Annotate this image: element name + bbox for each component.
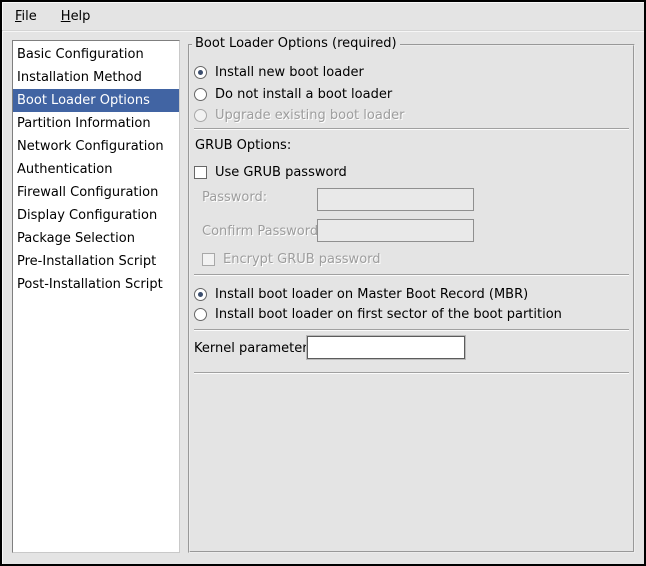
boot-loader-options-frame: Boot Loader Options (required) Install n… bbox=[188, 44, 635, 553]
radio-install-on-first-sector[interactable]: Install boot loader on first sector of t… bbox=[194, 306, 562, 323]
menubar: File Help bbox=[2, 2, 644, 31]
radio-icon[interactable] bbox=[194, 88, 207, 101]
sidebar-item[interactable]: Installation Method bbox=[13, 66, 179, 89]
separator bbox=[194, 372, 629, 374]
menu-help-rest: elp bbox=[71, 9, 91, 24]
radio-label: Upgrade existing boot loader bbox=[215, 108, 404, 123]
menu-help-mnemonic: H bbox=[61, 9, 71, 24]
radio-install-new-boot-loader[interactable]: Install new boot loader bbox=[194, 64, 364, 81]
separator bbox=[194, 128, 629, 130]
password-input bbox=[317, 188, 474, 211]
checkbox-use-grub-password[interactable]: Use GRUB password bbox=[194, 164, 347, 181]
sidebar-item[interactable]: Basic Configuration bbox=[13, 43, 179, 66]
radio-do-not-install-boot-loader[interactable]: Do not install a boot loader bbox=[194, 86, 392, 103]
checkbox-encrypt-grub-password: Encrypt GRUB password bbox=[202, 251, 381, 268]
menu-file[interactable]: File bbox=[12, 7, 40, 26]
sidebar-item[interactable]: Partition Information bbox=[13, 112, 179, 135]
frame-content: Install new boot loader Do not install a… bbox=[190, 46, 633, 551]
radio-icon[interactable] bbox=[194, 288, 207, 301]
kernel-parameters-label: Kernel parameters: bbox=[194, 341, 319, 356]
sidebar-item[interactable]: Pre-Installation Script bbox=[13, 250, 179, 273]
radio-label[interactable]: Install boot loader on first sector of t… bbox=[215, 307, 562, 322]
sidebar-item[interactable]: Authentication bbox=[13, 158, 179, 181]
radio-icon bbox=[194, 109, 207, 122]
radio-upgrade-existing-boot-loader: Upgrade existing boot loader bbox=[194, 107, 404, 124]
password-label: Password: bbox=[202, 190, 267, 205]
separator bbox=[194, 274, 629, 276]
kickstart-configurator-window: File Help Basic ConfigurationInstallatio… bbox=[0, 0, 646, 566]
radio-install-on-mbr[interactable]: Install boot loader on Master Boot Recor… bbox=[194, 286, 528, 303]
sidebar-item[interactable]: Network Configuration bbox=[13, 135, 179, 158]
separator bbox=[194, 329, 629, 331]
checkbox-label: Encrypt GRUB password bbox=[223, 252, 381, 267]
menu-help[interactable]: Help bbox=[58, 7, 94, 26]
checkbox-label[interactable]: Use GRUB password bbox=[215, 165, 347, 180]
checkbox-icon[interactable] bbox=[194, 166, 207, 179]
sidebar-item[interactable]: Post-Installation Script bbox=[13, 273, 179, 296]
sidebar-item[interactable]: Firewall Configuration bbox=[13, 181, 179, 204]
checkbox-icon bbox=[202, 253, 215, 266]
sidebar-item[interactable]: Boot Loader Options bbox=[13, 89, 179, 112]
grub-options-label: GRUB Options: bbox=[195, 138, 291, 153]
menu-file-rest: ile bbox=[22, 9, 37, 24]
radio-label[interactable]: Install boot loader on Master Boot Recor… bbox=[215, 287, 528, 302]
radio-icon[interactable] bbox=[194, 66, 207, 79]
radio-icon[interactable] bbox=[194, 308, 207, 321]
sidebar-item[interactable]: Display Configuration bbox=[13, 204, 179, 227]
confirm-password-input bbox=[317, 219, 474, 242]
confirm-password-label: Confirm Password: bbox=[202, 224, 322, 239]
radio-label[interactable]: Do not install a boot loader bbox=[215, 87, 392, 102]
sidebar-list: Basic ConfigurationInstallation MethodBo… bbox=[12, 40, 180, 553]
sidebar-item[interactable]: Package Selection bbox=[13, 227, 179, 250]
kernel-parameters-input[interactable] bbox=[307, 336, 465, 359]
radio-label[interactable]: Install new boot loader bbox=[215, 65, 364, 80]
